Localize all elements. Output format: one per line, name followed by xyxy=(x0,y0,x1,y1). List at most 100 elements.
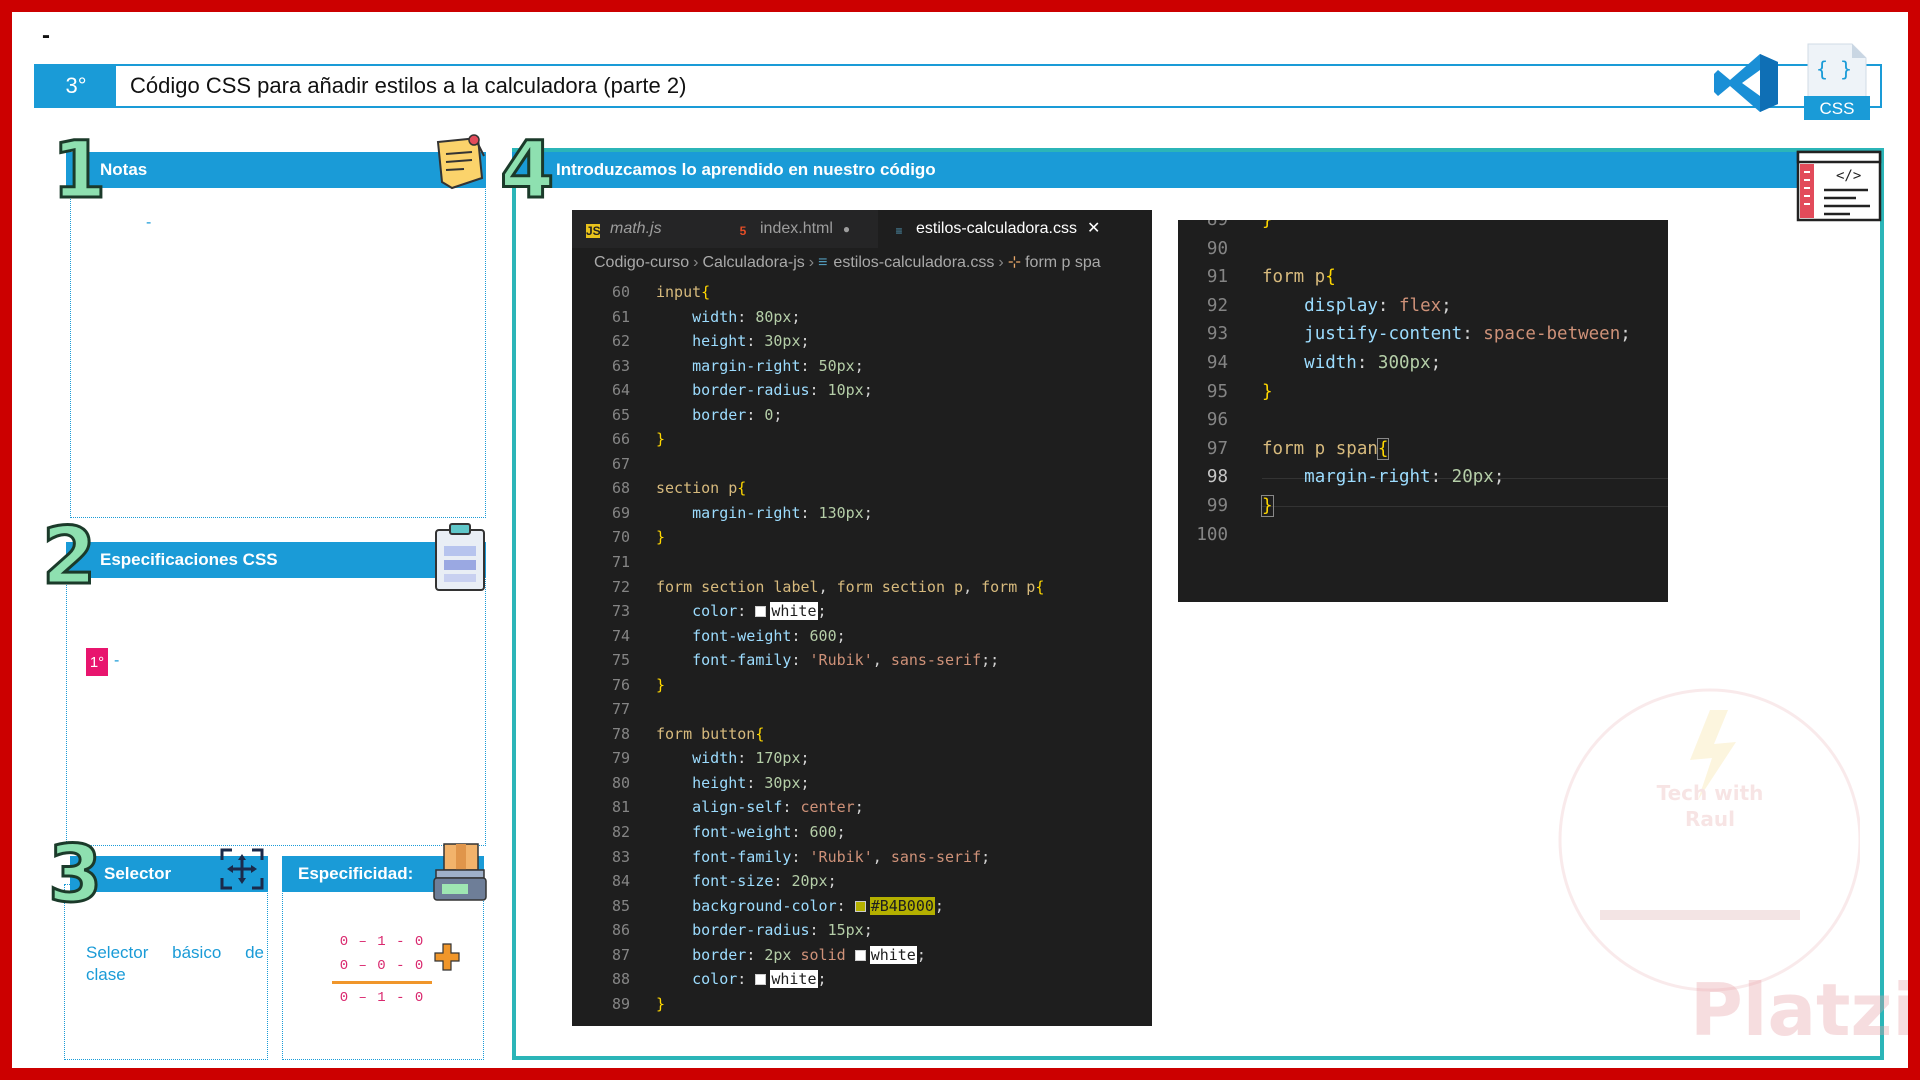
notes-title: Notas xyxy=(100,160,148,179)
code-line: 87 border: 2px solid white; xyxy=(572,943,1152,968)
code-window-icon: </> xyxy=(1796,150,1882,222)
page-title: Código CSS para añadir estilos a la calc… xyxy=(130,73,687,98)
line-number: 65 xyxy=(611,405,630,424)
tab-estilos-css[interactable]: ≡ estilos-calculadora.css ✕ xyxy=(878,210,1152,248)
html-file-icon: 5 xyxy=(739,224,747,238)
breadcrumb-item[interactable]: form p spa xyxy=(1025,254,1101,271)
platzi-watermark: Platzi xyxy=(1690,968,1918,1052)
tab-label: math.js xyxy=(610,220,662,237)
specs-header: Especificaciones CSS xyxy=(66,542,486,578)
css-logo-label: CSS xyxy=(1820,99,1855,118)
specs-title: Especificaciones CSS xyxy=(100,550,278,569)
header-bar: 3° Código CSS para añadir estilos a la c… xyxy=(34,64,1882,108)
code-line: 77 xyxy=(572,697,1152,722)
code-line: 99} xyxy=(1178,492,1668,521)
specificity-title: Especificidad: xyxy=(298,864,414,883)
line-number: 100 xyxy=(1196,524,1228,545)
code-line: 61 width: 80px; xyxy=(572,305,1152,330)
css-file-icon: ≡ xyxy=(818,254,828,271)
code-line: 75 font-family: 'Rubik', sans-serif;; xyxy=(572,648,1152,673)
line-number: 71 xyxy=(611,553,630,572)
tab-index-html[interactable]: 5 index.html ● xyxy=(722,210,878,248)
code-line: 93 justify-content: space-between; xyxy=(1178,320,1668,349)
code-line: 89} xyxy=(572,992,1152,1017)
breadcrumb-item[interactable]: Codigo-curso xyxy=(594,254,689,271)
code-line: 69 margin-right: 130px; xyxy=(572,501,1152,526)
line-number: 74 xyxy=(611,626,630,645)
tab-math-js[interactable]: JS math.js xyxy=(572,210,722,248)
line-number: 60 xyxy=(611,283,630,301)
code-line: 66} xyxy=(572,427,1152,452)
code-line: 88 color: white; xyxy=(572,967,1152,992)
js-file-icon: JS xyxy=(586,224,601,238)
line-number: 81 xyxy=(611,798,630,817)
line-number: 73 xyxy=(611,602,630,621)
close-icon[interactable]: ✕ xyxy=(1087,220,1100,237)
breadcrumb-item[interactable]: estilos-calculadora.css xyxy=(833,254,994,271)
specificity-sum-rule xyxy=(332,981,432,984)
line-number: 95 xyxy=(1206,381,1228,402)
editor-tabs: JS math.js 5 index.html ● ≡ estilos-calculad… xyxy=(572,210,1152,248)
notes-header: Notas xyxy=(66,152,486,188)
code-line: 63 margin-right: 50px; xyxy=(572,354,1152,379)
plus-icon xyxy=(434,943,460,971)
code-line: 76} xyxy=(572,673,1152,698)
watermark-text-1: Tech with xyxy=(1657,781,1764,805)
line-number: 83 xyxy=(611,847,630,866)
spec-badge-text: - xyxy=(114,652,120,669)
css-file-icon: { } CSS xyxy=(1804,43,1870,120)
svg-text:</>: </> xyxy=(1836,168,1861,184)
line-number: 86 xyxy=(611,921,630,940)
notes-box xyxy=(70,186,486,518)
line-number: 85 xyxy=(611,896,630,915)
line-number: 70 xyxy=(611,528,630,547)
selector-title: Selector xyxy=(104,864,172,883)
breadcrumb-item[interactable]: Calculadora-js xyxy=(702,254,804,271)
section-number-4: 4 xyxy=(498,126,555,216)
code-editor-2: 89} 90 91 form p{ 92 display: flex; 93 ju… xyxy=(1178,220,1668,602)
code-line-current: 98 margin-right: 20px; xyxy=(1178,463,1668,492)
code-line: 67 xyxy=(572,452,1152,477)
line-number: 90 xyxy=(1206,238,1228,259)
code-line: 70} xyxy=(572,525,1152,550)
line-number: 88 xyxy=(611,970,630,989)
specs-box xyxy=(66,574,486,846)
line-number: 93 xyxy=(1206,324,1228,345)
code-section-header: Introduzcamos lo aprendido en nuestro có… xyxy=(512,152,1880,188)
code-line: 86 border-radius: 15px; xyxy=(572,918,1152,943)
modified-dot-icon: ● xyxy=(842,222,851,236)
code-line: 95} xyxy=(1178,378,1668,407)
notes-content: - xyxy=(146,214,152,231)
css-file-icon: ≡ xyxy=(895,224,903,238)
code-line: 71 xyxy=(572,550,1152,575)
line-number: 64 xyxy=(611,381,630,400)
line-number: 63 xyxy=(611,356,630,375)
sticky-note-icon xyxy=(436,134,485,190)
line-number: 80 xyxy=(611,773,630,792)
code-editor: JS math.js 5 index.html ● ≡ estilos-calculad… xyxy=(572,210,1152,1026)
code-line: 65 border: 0; xyxy=(572,403,1152,428)
code-line: 91 form p{ xyxy=(1178,263,1668,292)
section-number-3: 3 xyxy=(46,830,103,920)
line-number: 96 xyxy=(1206,410,1228,431)
code-line: 79 width: 170px; xyxy=(572,746,1152,771)
tab-label: estilos-calculadora.css xyxy=(916,220,1077,237)
line-number: 76 xyxy=(611,675,630,694)
line-number: 99 xyxy=(1206,495,1228,516)
code-line: 72 form section label, form section p, fo… xyxy=(572,575,1152,600)
line-number: 84 xyxy=(611,872,630,891)
code-line: 64 border-radius: 10px; xyxy=(572,378,1152,403)
line-number: 89 xyxy=(1206,220,1228,230)
symbol-icon: ⊹ xyxy=(1007,254,1022,271)
line-number: 92 xyxy=(1206,295,1228,316)
vscode-icon xyxy=(1714,54,1778,112)
code-line: 81 align-self: center; xyxy=(572,795,1152,820)
line-number: 69 xyxy=(611,503,630,522)
line-number: 89 xyxy=(611,994,630,1013)
css-logo-braces: { } xyxy=(1816,57,1852,81)
code-line: 90 xyxy=(1178,235,1668,264)
watermark-text-2: Raul xyxy=(1685,807,1735,831)
top-dash: - xyxy=(42,22,50,49)
code-line: 97 form p span{ xyxy=(1178,435,1668,464)
breadcrumb: Codigo-curso › Calculadora-js › ≡ estilos-cal… xyxy=(594,254,1101,271)
